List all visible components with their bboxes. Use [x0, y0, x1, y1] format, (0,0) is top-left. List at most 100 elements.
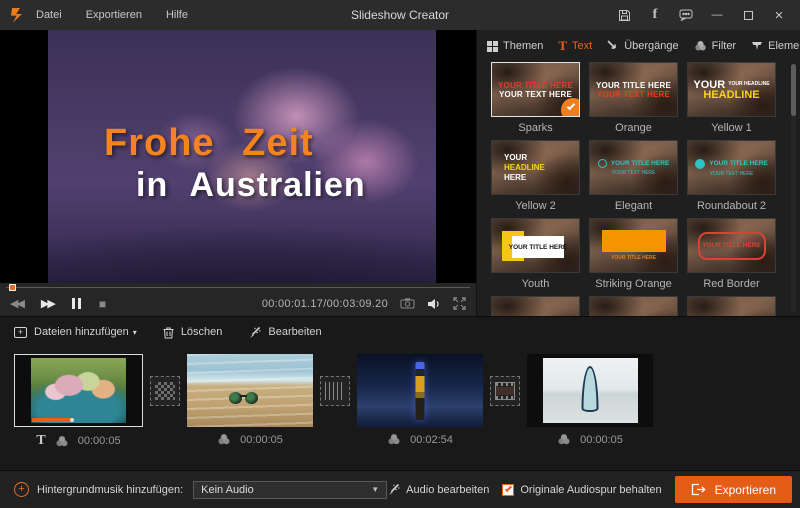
- audio-bar: + Hintergrundmusik hinzufügen: Kein Audi…: [0, 470, 800, 508]
- keep-original-audio-checkbox[interactable]: Originale Audiospur behalten: [502, 483, 662, 496]
- timeline-section: + Dateien hinzufügen ▾ Löschen Bearbeite…: [0, 316, 800, 470]
- template-sparks[interactable]: YOUR TITLE HERE YOUR TEXT HERE Sparks: [491, 62, 580, 140]
- template-striking-orange[interactable]: YOUR TITLE HERE Striking Orange: [589, 218, 678, 296]
- template-partial[interactable]: [687, 296, 776, 316]
- tab-text[interactable]: T Text: [558, 38, 592, 54]
- clip-image: [542, 358, 638, 423]
- transition-pattern: [495, 382, 515, 400]
- clip-meta: 00:00:05: [527, 433, 653, 446]
- clip-thumbnail[interactable]: [14, 354, 143, 427]
- template-name: Striking Orange: [595, 278, 672, 290]
- window-controls: f — ×: [617, 7, 800, 24]
- orange-bar: [601, 230, 666, 252]
- tab-uebergaenge[interactable]: Übergänge: [607, 40, 679, 52]
- main-area: Frohe Zeit in Australien ◀◀ ▶▶ ■ 00:00:0…: [0, 30, 800, 316]
- edit-audio-button[interactable]: Audio bearbeiten: [387, 483, 489, 496]
- maximize-icon[interactable]: [741, 8, 755, 22]
- template-thumbnail[interactable]: YOUR TITLE HERE YOUR TEXT HERE: [589, 62, 678, 117]
- app-window: Datei Exportieren Hilfe Slideshow Creato…: [0, 0, 800, 508]
- tab-label: Themen: [503, 40, 544, 52]
- rewind-icon[interactable]: ◀◀: [10, 297, 25, 310]
- clip-thumbnail[interactable]: [187, 354, 313, 427]
- text-indicator-icon[interactable]: T: [36, 433, 45, 449]
- transition-film[interactable]: [490, 376, 520, 406]
- delete-button[interactable]: Löschen: [163, 326, 222, 339]
- clip-filter-icon[interactable]: [387, 433, 401, 446]
- checkbox-checked-icon[interactable]: [502, 483, 515, 496]
- themes-icon: [487, 40, 498, 52]
- pause-icon[interactable]: [71, 298, 81, 309]
- clip-duration: 00:02:54: [410, 433, 453, 446]
- audio-select[interactable]: Kein Audio ▼: [193, 480, 388, 499]
- caret-down-icon: ▾: [132, 327, 137, 337]
- clip-meta: 00:02:54: [357, 433, 483, 446]
- save-icon[interactable]: [617, 8, 631, 22]
- scrollbar-thumb[interactable]: [791, 64, 796, 116]
- tab-filter[interactable]: Filter: [694, 40, 736, 52]
- edit-button[interactable]: Bearbeiten: [248, 326, 322, 339]
- transition-waves[interactable]: [320, 376, 350, 406]
- template-thumbnail[interactable]: YOUR TITLE HERE YOUR TEXT HERE: [491, 62, 580, 117]
- trash-icon: [163, 326, 174, 339]
- clip-thumbnail[interactable]: [357, 354, 483, 427]
- edit-label: Bearbeiten: [268, 326, 322, 338]
- template-thumbnail[interactable]: YOUR TITLE HERE: [491, 218, 580, 273]
- clip-image: [357, 354, 483, 427]
- snapshot-icon[interactable]: [400, 298, 415, 309]
- timeline-clip-1: T 00:00:05: [14, 354, 143, 449]
- template-red-border[interactable]: YOUR TITLE HERE Red Border: [687, 218, 776, 296]
- menu-datei[interactable]: Datei: [36, 9, 62, 21]
- tab-themen[interactable]: Themen: [487, 40, 543, 52]
- seek-bar[interactable]: [0, 283, 476, 291]
- template-text: YOUR TITLE HERE: [702, 242, 761, 249]
- fullscreen-icon[interactable]: [453, 297, 466, 310]
- seek-track[interactable]: [6, 287, 470, 288]
- template-text: YOUR TITLE HERE: [610, 255, 656, 261]
- white-square: YOUR TITLE HERE: [509, 236, 567, 258]
- template-text: YOUR TEXT HERE: [709, 170, 754, 177]
- volume-icon[interactable]: [427, 298, 441, 310]
- edit-audio-label: Audio bearbeiten: [406, 483, 490, 496]
- play-icon[interactable]: ▶▶: [41, 297, 56, 310]
- close-icon[interactable]: ×: [772, 7, 786, 24]
- playback-right-group: 00:00:01.17/00:03:09.20: [262, 297, 466, 310]
- template-name: Red Border: [703, 278, 760, 290]
- clip-filter-icon[interactable]: [217, 433, 231, 446]
- template-yellow-2[interactable]: YOUR HEADLINE HERE Yellow 2: [491, 140, 580, 218]
- template-thumbnail[interactable]: YOUR TITLE HERE: [687, 218, 776, 273]
- clip-filter-icon[interactable]: [55, 435, 69, 448]
- template-thumbnail[interactable]: YOUR HEADLINE HERE: [491, 140, 580, 195]
- template-elegant[interactable]: YOUR TITLE HERE YOUR TEXT HERE Elegant: [589, 140, 678, 218]
- keep-original-audio-label: Originale Audiospur behalten: [520, 483, 662, 496]
- template-roundabout-2[interactable]: YOUR TITLE HERE YOUR TEXT HERE Roundabou…: [687, 140, 776, 218]
- clip-thumbnail[interactable]: [527, 354, 653, 427]
- template-youth[interactable]: YOUR TITLE HERE Youth: [491, 218, 580, 296]
- add-music-icon[interactable]: +: [14, 482, 29, 497]
- template-thumbnail[interactable]: YOUR YOUR HEADLINE HEADLINE: [687, 62, 776, 117]
- tab-elemente[interactable]: Elemente: [751, 40, 800, 52]
- template-thumbnail[interactable]: YOUR TITLE HERE YOUR TEXT HERE: [589, 140, 678, 195]
- timeline-clip-3: 00:02:54: [357, 354, 483, 446]
- seek-handle[interactable]: [9, 284, 16, 291]
- panel-scrollbar[interactable]: [791, 64, 796, 312]
- add-files-button[interactable]: + Dateien hinzufügen ▾: [14, 326, 137, 338]
- magic-wand-icon: [387, 483, 400, 496]
- feedback-icon[interactable]: [679, 8, 693, 22]
- template-partial[interactable]: [589, 296, 678, 316]
- template-thumbnail[interactable]: YOUR TITLE HERE: [589, 218, 678, 273]
- facebook-icon[interactable]: f: [648, 7, 662, 22]
- clip-filter-icon[interactable]: [557, 433, 571, 446]
- menu-exportieren[interactable]: Exportieren: [86, 9, 142, 21]
- menu-hilfe[interactable]: Hilfe: [166, 9, 188, 21]
- transition-mosaic[interactable]: [150, 376, 180, 406]
- transition-pattern: [155, 382, 175, 400]
- minimize-icon[interactable]: —: [710, 8, 724, 22]
- template-name: Elegant: [614, 200, 653, 212]
- template-partial[interactable]: [491, 296, 580, 316]
- filter-icon: [694, 40, 707, 52]
- template-yellow-1[interactable]: YOUR YOUR HEADLINE HEADLINE Yellow 1: [687, 62, 776, 140]
- template-orange[interactable]: YOUR TITLE HERE YOUR TEXT HERE Orange: [589, 62, 678, 140]
- template-thumbnail[interactable]: YOUR TITLE HERE YOUR TEXT HERE: [687, 140, 776, 195]
- stop-icon[interactable]: ■: [99, 297, 106, 311]
- export-button[interactable]: Exportieren: [674, 476, 792, 503]
